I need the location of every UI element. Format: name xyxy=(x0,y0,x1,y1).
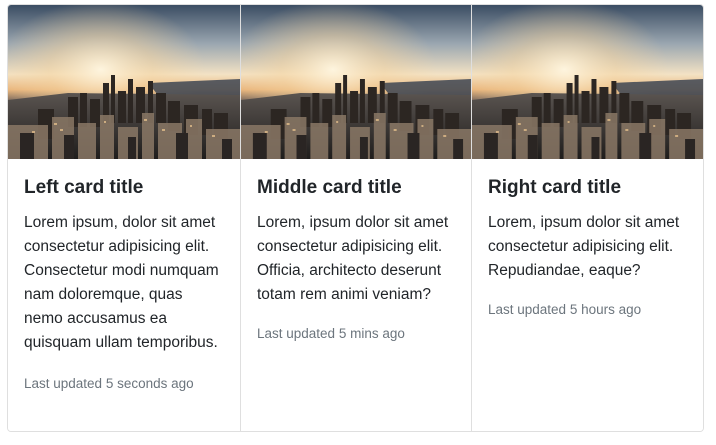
card-right: Right card title Lorem, ipsum dolor sit … xyxy=(471,5,703,431)
card-title: Right card title xyxy=(488,177,622,198)
card-text: Lorem ipsum, dolor sit amet consectetur … xyxy=(24,214,219,351)
card-updated-text: Last updated 5 seconds ago xyxy=(24,376,194,391)
card-body: Right card title Lorem, ipsum dolor sit … xyxy=(472,159,703,319)
card-image xyxy=(472,5,703,159)
card-body: Middle card title Lorem, ipsum dolor sit… xyxy=(241,159,471,343)
card-group: Left card title Lorem ipsum, dolor sit a… xyxy=(7,4,704,432)
card-text: Lorem, ipsum dolor sit amet consectetur … xyxy=(257,214,449,303)
card-title: Left card title xyxy=(24,177,144,198)
card-middle: Middle card title Lorem, ipsum dolor sit… xyxy=(240,5,471,431)
card-title: Middle card title xyxy=(257,177,402,198)
card-updated-text: Last updated 5 hours ago xyxy=(488,302,642,317)
card-left: Left card title Lorem ipsum, dolor sit a… xyxy=(8,5,240,431)
card-image xyxy=(8,5,240,159)
card-text: Lorem, ipsum dolor sit amet consectetur … xyxy=(488,214,680,279)
card-body: Left card title Lorem ipsum, dolor sit a… xyxy=(8,159,240,393)
card-image xyxy=(241,5,471,159)
card-updated-text: Last updated 5 mins ago xyxy=(257,326,405,341)
